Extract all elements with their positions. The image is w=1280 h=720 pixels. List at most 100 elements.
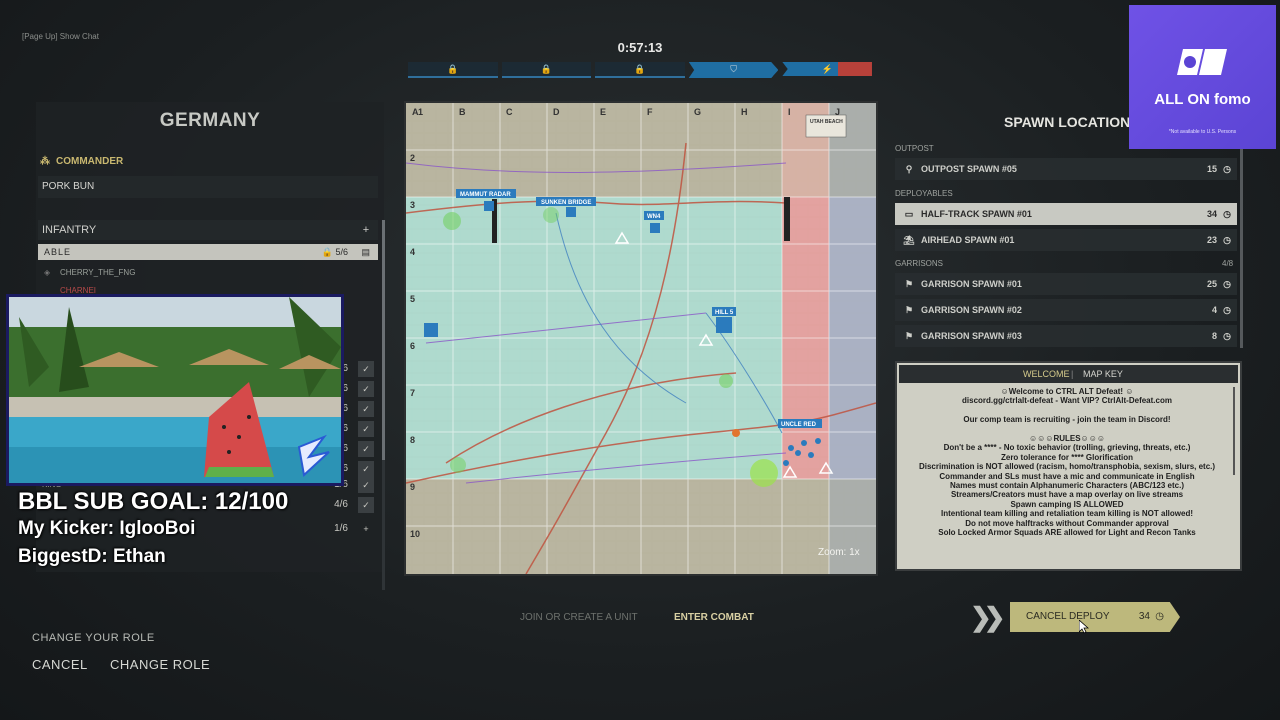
map-label-mammut: MAMMUT RADAR bbox=[460, 192, 511, 198]
spawn-garrison-02[interactable]: ⚑ GARRISON SPAWN #02 4 ◷ bbox=[895, 299, 1237, 321]
tactical-map[interactable]: MAMMUT RADAR SUNKEN BRIDGE WN4 HILL 5 UN… bbox=[404, 101, 878, 576]
objective-contested: ⚡ bbox=[782, 62, 872, 76]
info-tabs: WELCOME | MAP KEY bbox=[899, 365, 1238, 383]
lock-icon: 🔒 bbox=[447, 63, 459, 74]
tab-welcome[interactable]: WELCOME bbox=[1023, 365, 1070, 383]
add-infantry-squad-button[interactable]: + bbox=[354, 220, 378, 240]
map-col-f: F bbox=[647, 107, 653, 117]
squad-scrollbar-thumb[interactable] bbox=[382, 220, 385, 460]
spawn-airhead-01[interactable]: ⛱ AIRHEAD SPAWN #01 23 ◷ bbox=[895, 229, 1237, 251]
outpost-icon: ⚲ bbox=[905, 164, 913, 174]
objective-allied: ⛉ bbox=[688, 62, 779, 78]
map-col-d: D bbox=[553, 107, 560, 117]
map-row-7: 7 bbox=[410, 388, 415, 398]
infantry-label: INFANTRY bbox=[42, 224, 97, 236]
tab-map-key[interactable]: MAP KEY bbox=[1083, 365, 1123, 383]
map-col-h: H bbox=[741, 107, 748, 117]
map-row-2: 2 bbox=[410, 153, 415, 163]
squad-member[interactable]: ◈ CHERRY_THE_FNG bbox=[38, 264, 378, 282]
add-squad-icon[interactable]: + bbox=[358, 521, 374, 537]
clock-icon: ◷ bbox=[1223, 235, 1231, 245]
halftrack-icon: ▭ bbox=[904, 209, 914, 219]
objective-progress-bar: 🔒 🔒 🔒 ⛉ ⚡ bbox=[408, 62, 872, 78]
clock-icon: ◷ bbox=[1155, 611, 1164, 622]
join-squad-icon[interactable]: ✓ bbox=[358, 361, 374, 377]
lightning-icon: ⚡ bbox=[821, 63, 833, 74]
change-role-hint: CHANGE YOUR ROLE bbox=[32, 632, 155, 644]
server-info-panel: WELCOME | MAP KEY ☺Welcome to CTRL ALT D… bbox=[895, 361, 1242, 571]
cancel-button[interactable]: CANCEL bbox=[32, 657, 88, 672]
lock-icon: 🔒 bbox=[634, 63, 646, 74]
rifleman-icon: ◈ bbox=[44, 268, 51, 277]
join-squad-icon[interactable]: ✓ bbox=[358, 381, 374, 397]
join-unit-step: JOIN OR CREATE A UNIT bbox=[520, 612, 638, 623]
map-col-e: E bbox=[600, 107, 606, 117]
spawn-garrison-01[interactable]: ⚑ GARRISON SPAWN #01 25 ◷ bbox=[895, 273, 1237, 295]
garrison-icon: ⚑ bbox=[904, 305, 914, 315]
sub-goal-text: BBL SUB GOAL: 12/100 bbox=[18, 488, 289, 515]
join-squad-icon[interactable]: ✓ bbox=[358, 477, 374, 493]
shield-icon: ⛉ bbox=[730, 63, 737, 74]
welcome-scrollbar[interactable] bbox=[1233, 387, 1235, 475]
spawn-scrollbar[interactable] bbox=[1240, 148, 1243, 348]
map-col-i: I bbox=[788, 107, 791, 117]
kicker-text: My Kicker: IglooBoi bbox=[18, 518, 196, 539]
show-chat-hint: [Page Up] Show Chat bbox=[22, 32, 99, 41]
ad-brand: ALL ON fomo bbox=[1154, 91, 1251, 108]
sponsor-ad[interactable]: ALL ON fomo *Not available to U.S. Perso… bbox=[1129, 5, 1276, 149]
join-squad-icon[interactable]: ✓ bbox=[358, 401, 374, 417]
match-timer: 0:57:13 bbox=[617, 40, 663, 55]
map-label-utah: UTAH BEACH bbox=[810, 119, 843, 125]
airhead-icon: ⛱ bbox=[903, 235, 915, 245]
change-role-button[interactable]: CHANGE ROLE bbox=[110, 657, 210, 672]
spawn-garrison-03[interactable]: ⚑ GARRISON SPAWN #03 8 ◷ bbox=[895, 325, 1237, 347]
garrison-icon: ⚑ bbox=[904, 331, 914, 341]
map-col-g: G bbox=[694, 107, 701, 117]
map-row-9: 9 bbox=[410, 482, 415, 492]
objective-lock-3: 🔒 bbox=[595, 62, 685, 78]
clock-icon: ◷ bbox=[1223, 305, 1231, 315]
infantry-header: INFANTRY + bbox=[38, 220, 378, 240]
tab-separator: | bbox=[1071, 369, 1074, 379]
squad-count: 🔒 5/6 bbox=[321, 247, 348, 257]
map-row-3: 3 bbox=[410, 200, 415, 210]
cancel-deploy-button[interactable]: CANCEL DEPLOY 34 ◷ bbox=[1010, 602, 1180, 632]
map-col-c: C bbox=[506, 107, 513, 117]
join-squad-icon[interactable]: ✓ bbox=[358, 497, 374, 513]
lock-icon: 🔒 bbox=[540, 63, 552, 74]
deploy-chevrons-icon: ❯❯ bbox=[970, 602, 1005, 632]
spawn-outpost-05[interactable]: ⚲ OUTPOST SPAWN #05 15 ◷ bbox=[895, 158, 1237, 180]
enter-combat-step: ENTER COMBAT bbox=[674, 612, 754, 623]
squad-name: ABLE bbox=[44, 247, 72, 257]
join-squad-icon[interactable]: ✓ bbox=[358, 421, 374, 437]
deployables-section-label: DEPLOYABLES bbox=[895, 189, 953, 198]
map-label-sunken: SUNKEN BRIDGE bbox=[541, 200, 591, 206]
objective-lock-2: 🔒 bbox=[501, 62, 592, 78]
spawn-halftrack-01[interactable]: ▭ HALF-TRACK SPAWN #01 34 ◷ bbox=[895, 203, 1237, 225]
biggest-donor-text: BiggestD: Ethan bbox=[18, 546, 166, 567]
clock-icon: ◷ bbox=[1223, 279, 1231, 289]
map-row-10: 10 bbox=[410, 529, 420, 539]
join-squad-icon[interactable]: ✓ bbox=[358, 441, 374, 457]
map-row-8: 8 bbox=[410, 435, 415, 445]
commander-icon: ⁂ bbox=[40, 156, 50, 167]
clock-icon: ◷ bbox=[1223, 209, 1231, 219]
garrisons-section-label: GARRISONS bbox=[895, 259, 944, 268]
join-squad-icon[interactable]: ✓ bbox=[358, 461, 374, 477]
map-row-4: 4 bbox=[410, 247, 415, 257]
spawn-locations-title: SPAWN LOCATIONS bbox=[1004, 114, 1140, 130]
map-col-b: B bbox=[459, 107, 466, 117]
squad-menu-icon[interactable]: ▤ bbox=[361, 244, 370, 260]
garrison-count: 4/8 bbox=[1222, 259, 1234, 268]
map-label-uncle: UNCLE RED bbox=[781, 422, 817, 428]
commander-name[interactable]: PORK BUN bbox=[38, 176, 378, 198]
clock-icon: ◷ bbox=[1223, 331, 1231, 341]
commander-header: ⁂ COMMANDER bbox=[40, 156, 123, 167]
squad-able-row[interactable]: ABLE 🔒 5/6 ▤ bbox=[38, 244, 378, 260]
map-label-wn4: WN4 bbox=[647, 214, 661, 220]
webcam-image bbox=[9, 297, 341, 483]
fomo-logo-icon bbox=[1177, 49, 1227, 75]
map-row-5: 5 bbox=[410, 294, 415, 304]
ad-fine-print: *Not available to U.S. Persons bbox=[1168, 129, 1237, 135]
welcome-message: ☺Welcome to CTRL ALT Defeat! ☺ discord.g… bbox=[918, 387, 1216, 538]
